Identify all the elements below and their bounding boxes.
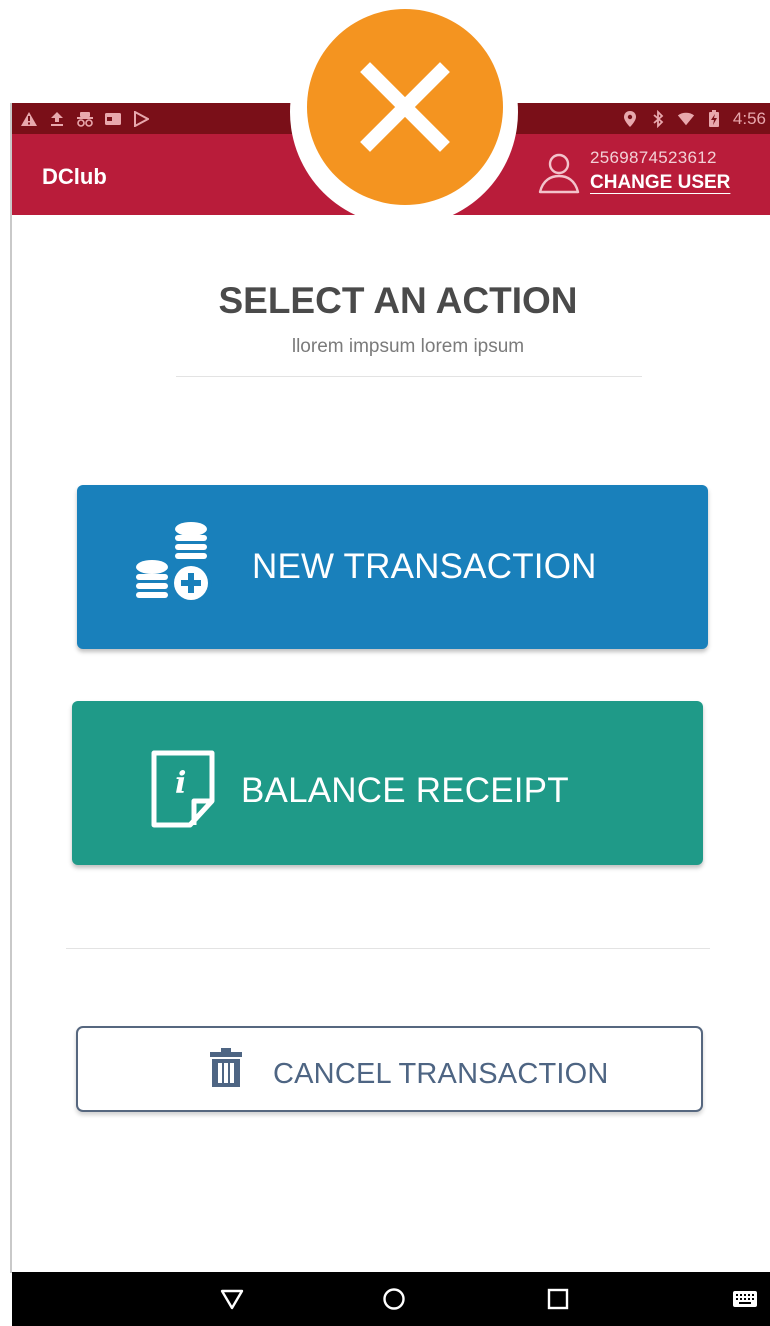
recents-icon [547,1288,569,1310]
play-store-icon [132,110,150,128]
divider [176,376,642,377]
keyboard-button[interactable] [728,1282,762,1316]
user-icon [538,153,580,194]
keyboard-icon [733,1291,757,1307]
balance-receipt-label: BALANCE RECEIPT [241,771,569,810]
close-icon [360,62,450,152]
wifi-icon [677,110,695,128]
spy-icon [76,110,94,128]
back-icon [220,1289,244,1310]
home-button[interactable] [377,1282,411,1316]
new-transaction-label: NEW TRANSACTION [252,547,597,586]
home-icon [383,1288,405,1310]
app-title: DClub [42,164,107,189]
card-icon [104,110,122,128]
cancel-transaction-label: CANCEL TRANSACTION [273,1058,609,1090]
warning-icon [20,110,38,128]
info-document-icon: i [151,750,215,828]
location-icon [621,110,639,128]
status-notifications [20,110,150,128]
status-system: 4:56 [621,109,766,129]
clock: 4:56 [732,108,766,128]
user-id: 2569874523612 [590,148,717,167]
page-title: SELECT AN ACTION [218,280,578,321]
recents-button[interactable] [541,1282,575,1316]
coins-plus-icon [136,522,212,604]
trash-icon [210,1048,242,1087]
cancel-transaction-button[interactable]: CANCEL TRANSACTION [76,1026,703,1112]
upload-icon [48,110,66,128]
bluetooth-icon [649,109,667,128]
navigation-bar [12,1272,770,1326]
balance-receipt-button[interactable]: i BALANCE RECEIPT [72,701,703,865]
close-button[interactable] [307,9,503,205]
new-transaction-button[interactable]: NEW TRANSACTION [77,485,708,649]
screen: 4:56 DClub 2569874523612 CHANGE USER SEL… [0,0,770,1326]
user-block: 2569874523612 CHANGE USER [537,146,767,206]
device-frame-edge [10,103,12,1273]
change-user-link[interactable]: CHANGE USER [590,172,730,194]
divider [66,948,710,949]
back-button[interactable] [215,1282,249,1316]
page-subtitle: llorem impsum lorem ipsum [291,336,525,357]
svg-text:i: i [175,766,186,801]
battery-icon [705,109,723,128]
